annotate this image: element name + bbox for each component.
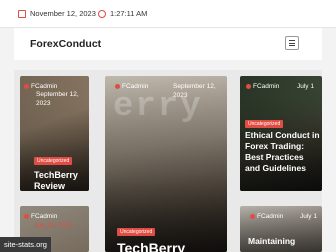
post-card[interactable]: FCadmin September 12, 2023 Uncategorized… [20,76,89,191]
user-icon [250,213,255,219]
post-card[interactable]: FCadmin July 1 Uncategorized Ethical Con… [240,76,322,191]
site-header: ForexConduct [14,28,322,60]
user-icon [24,83,29,89]
featured-post-card[interactable]: erry FCadmin September 12, 2023 Uncatego… [105,76,227,252]
post-title[interactable]: TechBerry Review [34,170,84,191]
post-date: July 26, 2023 [34,222,73,229]
user-icon [24,213,29,219]
post-author[interactable]: FCadmin [24,212,57,221]
post-date: July 1 [297,83,314,90]
date-display: November 12, 2023 [18,9,96,18]
post-author[interactable]: FCadmin [115,82,148,91]
post-author[interactable]: FCadmin [246,82,279,91]
post-date: September 12, 2023 [36,91,79,107]
time-display: 1:27:11 AM [98,9,147,18]
post-date: July 1 [300,213,317,220]
menu-toggle-button[interactable] [285,36,299,50]
posts-grid: FCadmin September 12, 2023 Uncategorized… [14,70,322,252]
category-badge[interactable]: Uncategorized [245,120,284,128]
current-time: 1:27:11 AM [110,9,148,18]
post-author[interactable]: FCadmin [250,212,283,221]
category-badge[interactable]: Uncategorized [34,157,73,165]
post-title[interactable]: TechBerry [117,240,185,252]
post-title[interactable]: Maintaining [248,236,295,246]
clock-icon [98,9,106,18]
top-bar: November 12, 2023 1:27:11 AM [0,0,336,28]
category-badge[interactable]: Uncategorized [117,228,156,236]
user-icon [115,83,120,89]
hamburger-icon [289,40,295,41]
current-date: November 12, 2023 [30,9,96,18]
post-card[interactable]: FCadmin July 1 Maintaining [240,206,322,252]
post-date: September 12, 2023 [173,83,216,99]
site-title[interactable]: ForexConduct [30,38,101,50]
calendar-icon [18,9,26,18]
site-stats-link[interactable]: site-stats.org [0,237,51,252]
post-title[interactable]: Ethical Conduct in Forex Trading: Best P… [245,130,321,174]
user-icon [246,83,251,89]
